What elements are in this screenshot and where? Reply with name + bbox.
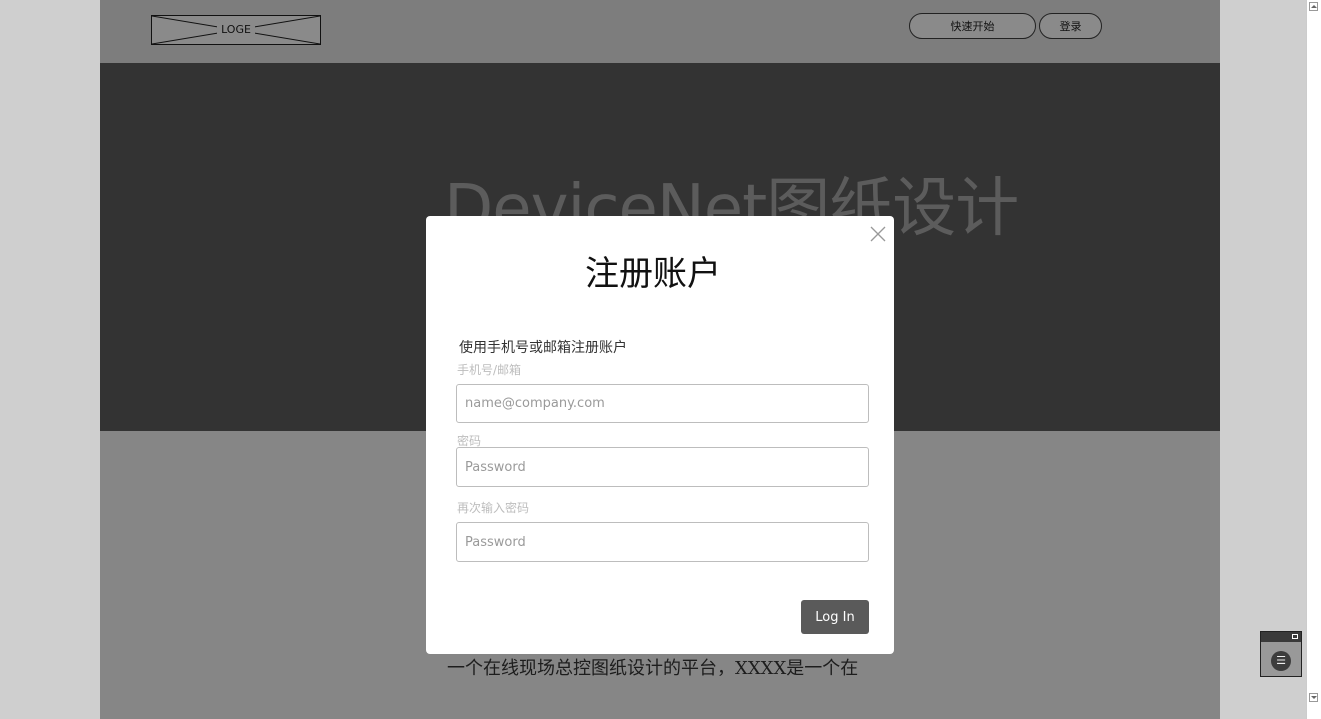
confirm-password-input[interactable] <box>456 522 869 562</box>
close-icon[interactable] <box>866 222 890 246</box>
register-dialog: 注册账户 使用手机号或邮箱注册账户 手机号/邮箱 密码 再次输入密码 Log I… <box>426 216 894 654</box>
logo-placeholder-icon <box>152 16 320 44</box>
floating-widget[interactable]: ☰ <box>1260 631 1302 677</box>
maximize-icon[interactable] <box>1292 634 1298 639</box>
login-button[interactable]: 登录 <box>1039 13 1102 39</box>
scroll-down-icon[interactable] <box>1309 693 1318 702</box>
menu-icon[interactable]: ☰ <box>1271 651 1291 671</box>
submit-button[interactable]: Log In <box>801 600 869 634</box>
confirm-password-label: 再次输入密码 <box>457 501 530 515</box>
account-input[interactable] <box>456 384 869 423</box>
logo[interactable]: LOGE <box>151 15 321 45</box>
account-label: 手机号/邮箱 <box>457 363 522 377</box>
widget-titlebar <box>1261 632 1301 642</box>
password-input[interactable] <box>456 447 869 487</box>
vertical-scrollbar[interactable] <box>1306 0 1321 719</box>
quick-start-button[interactable]: 快速开始 <box>909 13 1036 39</box>
dialog-subtitle: 使用手机号或邮箱注册账户 <box>459 340 627 356</box>
top-navigation-bar: LOGE 快速开始 登录 <box>100 0 1220 63</box>
dialog-title: 注册账户 <box>585 254 721 294</box>
scroll-up-icon[interactable] <box>1309 2 1318 11</box>
platform-description: 一个在线现场总控图纸设计的平台，XXXX是一个在 <box>447 658 859 679</box>
